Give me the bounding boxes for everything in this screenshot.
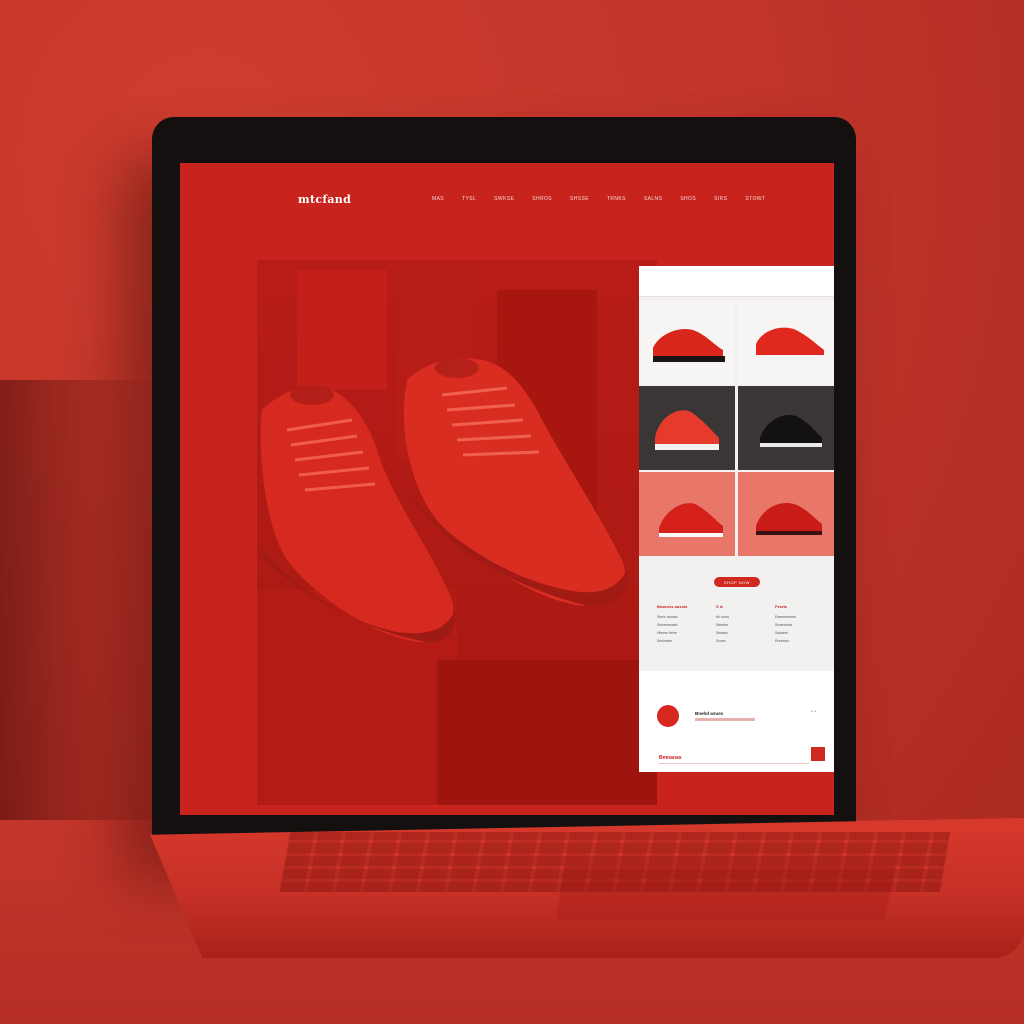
info-column-title: S ie [716, 604, 724, 609]
info-link[interactable]: Hlenes trehe [657, 631, 709, 635]
panel-header [639, 266, 834, 297]
top-navigation: mtcfand MAS TYSL SWKSE SHROS SHSSE TRNKS… [180, 163, 834, 243]
info-link[interactable]: Sterdes [716, 623, 768, 627]
avatar[interactable] [657, 705, 679, 727]
sneaker-icon [659, 503, 723, 537]
nav-item[interactable]: SWKSE [494, 196, 514, 202]
nav-item[interactable]: SHROS [532, 196, 552, 202]
info-column-title: Bnacess ausots [657, 604, 688, 609]
sneaker-icon [653, 328, 725, 362]
site-logo[interactable]: mtcfand [298, 193, 351, 206]
info-column: Fesrts Eaeenernerts Sroenienta Sstaieet … [775, 604, 827, 647]
info-column: Bnacess ausots Seeis nicraks Seinemrsaed… [657, 604, 709, 647]
info-link[interactable]: Sstaieet [775, 631, 827, 635]
product-tile-red-black-sneaker[interactable] [639, 300, 735, 384]
info-link[interactable]: Sroenienta [775, 623, 827, 627]
nav-menu: MAS TYSL SWKSE SHROS SHSSE TRNKS SALNS S… [432, 196, 783, 202]
laptop-trackpad[interactable] [555, 866, 895, 920]
info-link[interactable]: Seinemrsaed [657, 623, 709, 627]
info-link[interactable]: Eaeenernerts [775, 615, 827, 619]
info-link[interactable]: Seslmare [657, 639, 709, 643]
sneaker-icon [756, 502, 822, 535]
sneaker-icon [760, 414, 822, 447]
nav-item[interactable]: TYSL [462, 196, 476, 202]
nav-item[interactable]: TRNKS [607, 196, 626, 202]
info-columns: Bnacess ausots Seeis nicraks Seinemrsaed… [657, 604, 827, 647]
nav-item[interactable]: SALNS [644, 196, 662, 202]
product-tile-red-knit-sneaker[interactable] [738, 300, 834, 384]
footer-title: Bnehd wrues [695, 711, 724, 716]
product-tile-red-runner-sneaker[interactable] [639, 472, 735, 556]
product-tile-red-dark-sneaker[interactable] [738, 472, 834, 556]
sneaker-icon [655, 410, 719, 450]
footer-action-button[interactable] [811, 747, 825, 761]
info-link[interactable]: Ah sorrs [716, 615, 768, 619]
info-link[interactable]: Svnes [716, 639, 768, 643]
footer-subtitle-bar [695, 718, 755, 721]
product-tile-red-white-high-top[interactable] [639, 386, 735, 470]
nav-item[interactable]: SIRS [714, 196, 727, 202]
info-link[interactable]: Seeis nicraks [657, 615, 709, 619]
more-options-icon[interactable]: • • [811, 709, 816, 715]
footer-divider [659, 763, 809, 764]
product-panel: SHOP NOW Bnacess ausots Seeis nicraks Se… [639, 266, 834, 772]
info-link[interactable]: Rreeioes [775, 639, 827, 643]
hero-image [257, 260, 657, 805]
footer-card: Bnehd wrues • • Bmnanas [639, 671, 834, 772]
laptop-screen: mtcfand MAS TYSL SWKSE SHROS SHSSE TRNKS… [180, 163, 834, 815]
nav-item[interactable]: MAS [432, 196, 444, 202]
nav-item[interactable]: SHSSE [570, 196, 589, 202]
footer-link[interactable]: Bmnanas [659, 755, 682, 761]
product-tile-black-sneaker[interactable] [738, 386, 834, 470]
info-column: S ie Ah sorrs Sterdes Sireass Svnes [716, 604, 768, 647]
info-link[interactable]: Sireass [716, 631, 768, 635]
wall-shadow [0, 380, 160, 880]
hero-sneakers-illustration [260, 358, 628, 643]
nav-item[interactable]: STOWT [745, 196, 765, 202]
sneaker-icon [756, 327, 824, 359]
nav-item[interactable]: SHOS [680, 196, 696, 202]
shop-now-button[interactable]: SHOP NOW [714, 577, 760, 587]
info-column-title: Fesrts [775, 604, 788, 609]
